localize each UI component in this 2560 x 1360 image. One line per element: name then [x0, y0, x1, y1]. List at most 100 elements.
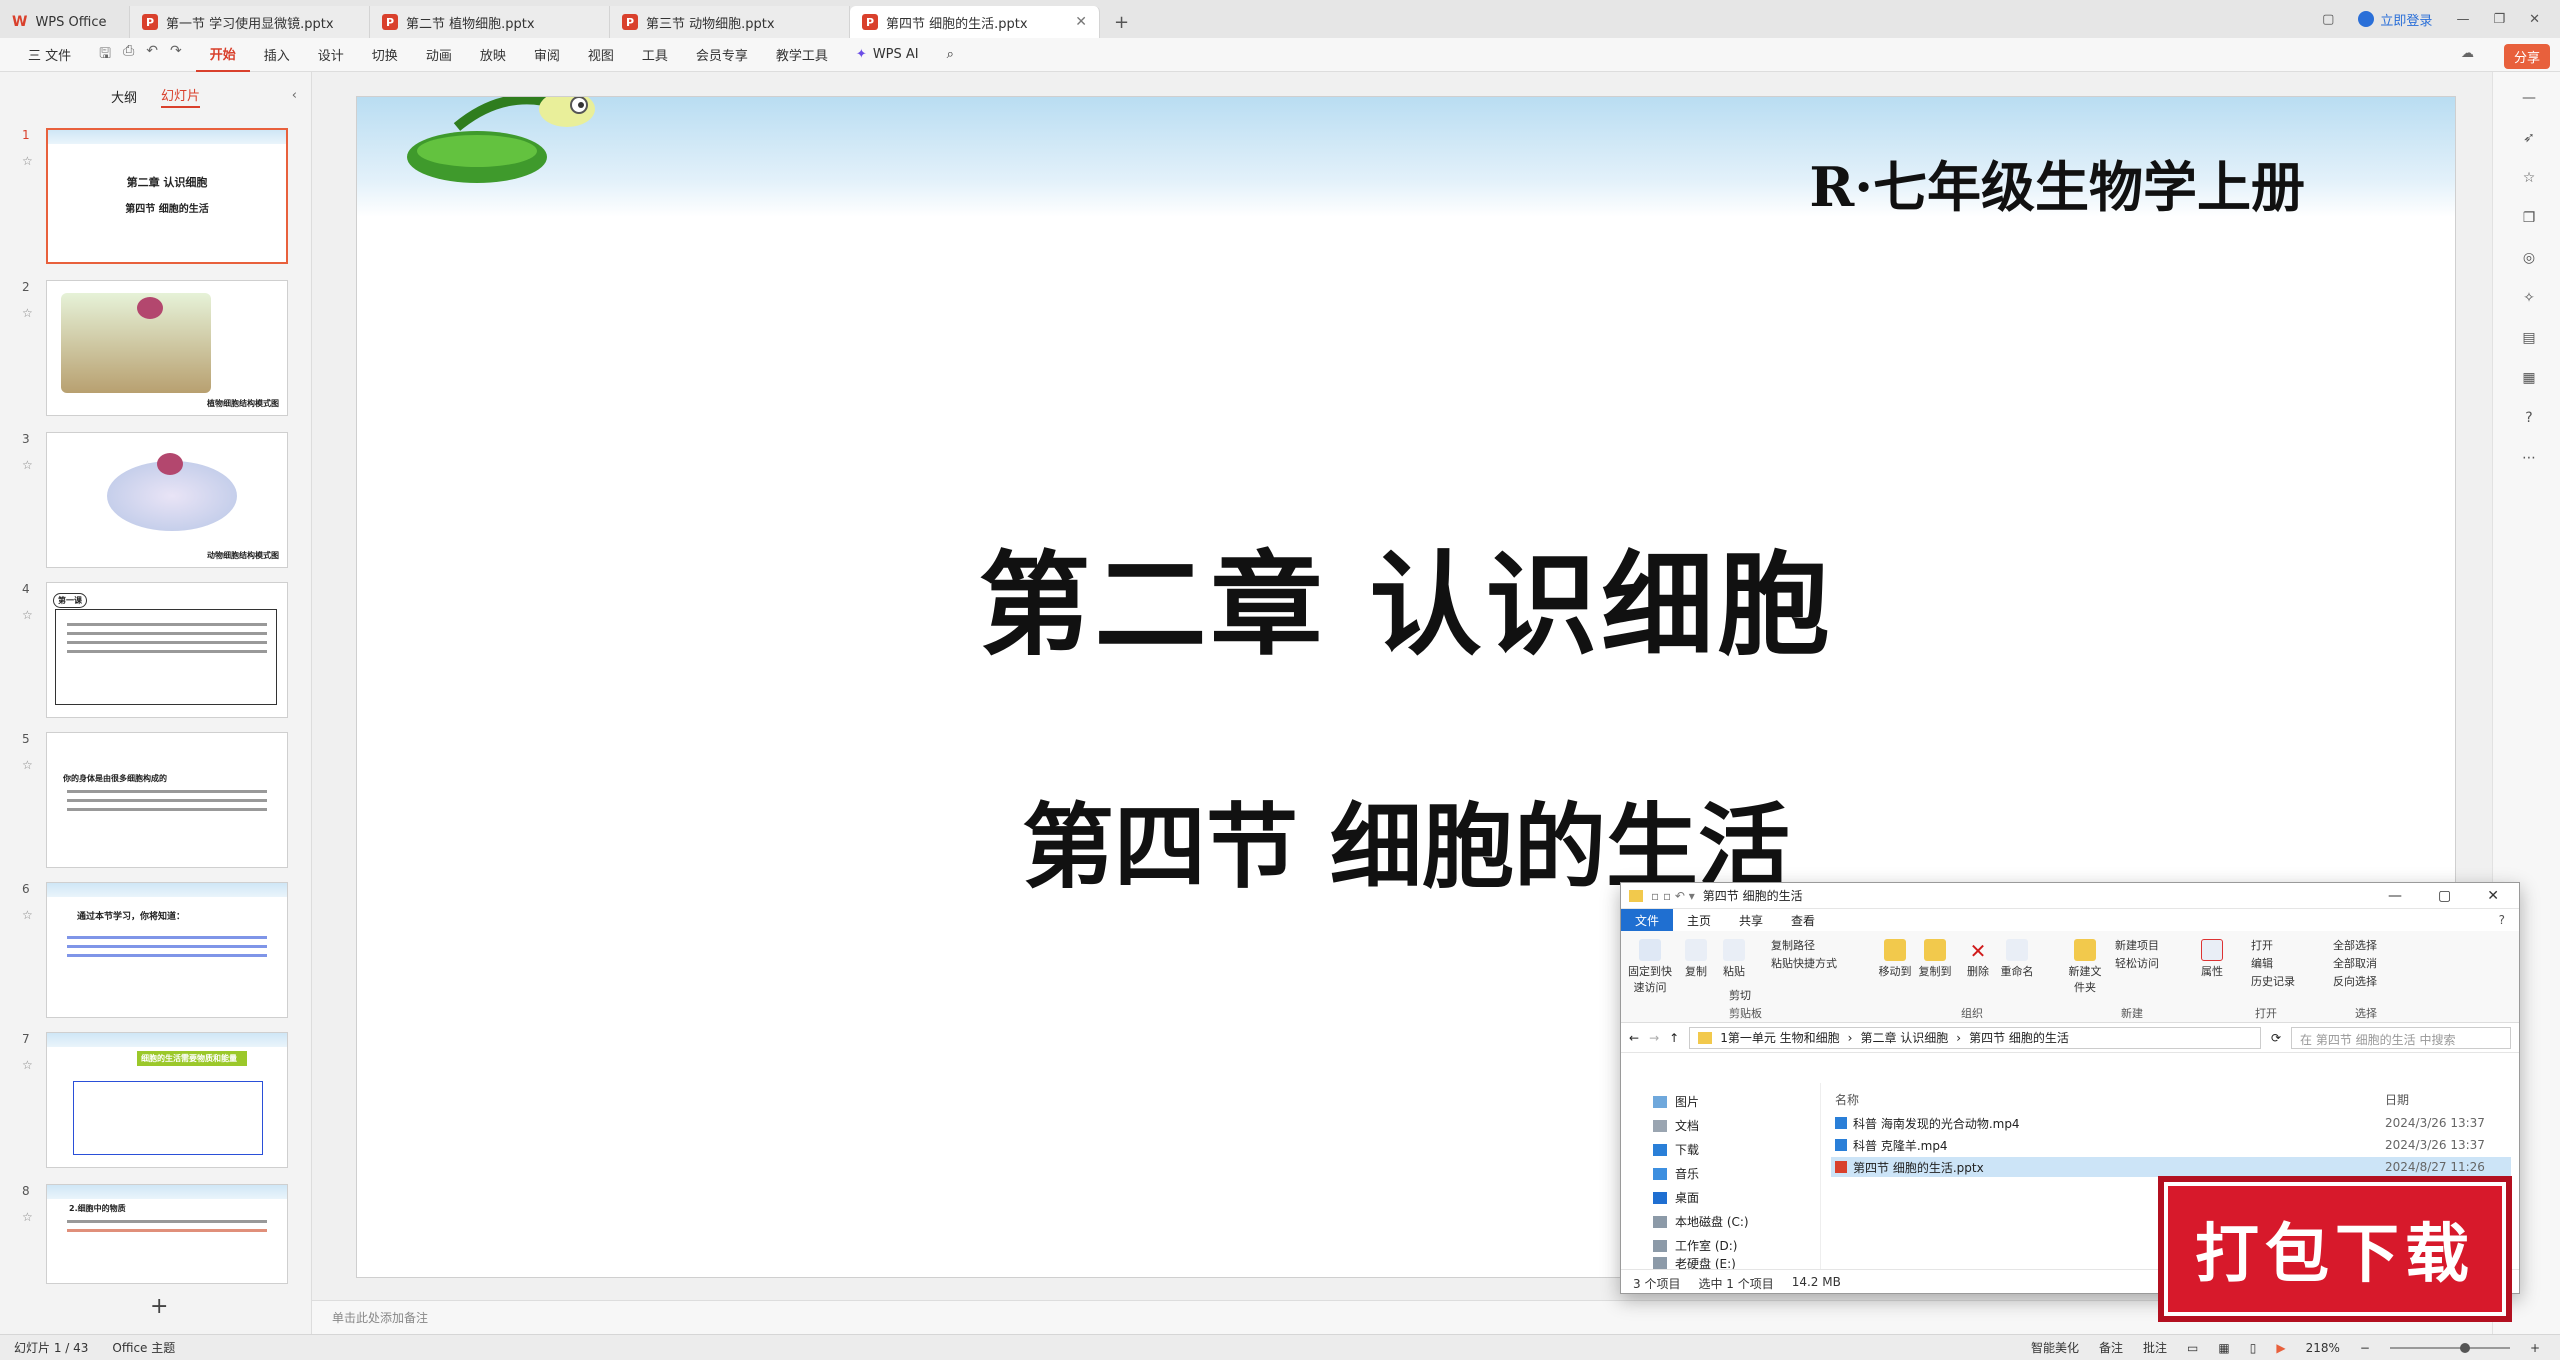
- tree-item-drive-c[interactable]: 本地磁盘 (C:): [1653, 1213, 1749, 1230]
- star-icon[interactable]: ☆: [22, 758, 33, 772]
- pin-button[interactable]: 固定到快速访问: [1627, 939, 1673, 995]
- minimize-icon[interactable]: —: [2388, 888, 2402, 904]
- rename-button[interactable]: 重命名: [1999, 939, 2035, 979]
- breadcrumb-item[interactable]: 1第一单元 生物和细胞: [1720, 1029, 1839, 1046]
- star-icon[interactable]: ☆: [22, 608, 33, 622]
- share-button[interactable]: 分享: [2503, 44, 2550, 69]
- add-slide-button[interactable]: +: [150, 1294, 168, 1319]
- tab-share[interactable]: 共享: [1725, 909, 1777, 931]
- download-stamp[interactable]: 打包下载: [2158, 1176, 2512, 1322]
- zoom-out-icon[interactable]: −: [2360, 1341, 2370, 1355]
- collapse-icon[interactable]: ‹: [292, 88, 297, 103]
- magic-icon[interactable]: ✧: [2521, 290, 2537, 306]
- properties-button[interactable]: 属性: [2197, 939, 2227, 979]
- tab-animation[interactable]: 动画: [412, 38, 466, 72]
- invert-selection-button[interactable]: 反向选择: [2333, 973, 2377, 989]
- maximize-icon[interactable]: ▢: [2438, 888, 2451, 904]
- play-icon[interactable]: ▶: [2276, 1341, 2285, 1355]
- easy-access-button[interactable]: 轻松访问: [2115, 955, 2159, 971]
- star-icon[interactable]: ☆: [2521, 170, 2537, 186]
- tab-review[interactable]: 审阅: [520, 38, 574, 72]
- forward-icon[interactable]: →: [1649, 1031, 1659, 1045]
- cut-button[interactable]: 剪切: [1729, 987, 1751, 1003]
- notes-toggle[interactable]: 备注: [2099, 1339, 2123, 1356]
- star-icon[interactable]: ☆: [22, 1058, 33, 1072]
- slide-thumb-4[interactable]: 4 ☆ 第一课: [0, 582, 300, 722]
- tab-transition[interactable]: 切换: [358, 38, 412, 72]
- copy-to-button[interactable]: 复制到: [1917, 939, 1953, 979]
- slide-thumb-1[interactable]: 1 ☆ 第二章 认识细胞 第四节 细胞的生活: [0, 128, 300, 268]
- tab-doc-4[interactable]: P 第四节 细胞的生活.pptx ✕: [850, 6, 1100, 38]
- tab-slides[interactable]: 幻灯片: [161, 85, 201, 108]
- more-icon[interactable]: ⋯: [2521, 450, 2537, 466]
- book-icon[interactable]: ▤: [2521, 330, 2537, 346]
- tree-item-drive-d[interactable]: 工作室 (D:): [1653, 1237, 1737, 1254]
- tree-item-desktop[interactable]: 桌面: [1653, 1189, 1699, 1206]
- star-icon[interactable]: ☆: [22, 1210, 33, 1224]
- tab-design[interactable]: 设计: [304, 38, 358, 72]
- copy-icon[interactable]: ❐: [2521, 210, 2537, 226]
- tab-doc-3[interactable]: P 第三节 动物细胞.pptx: [610, 6, 850, 38]
- cloud-sync-icon[interactable]: ☁: [2461, 46, 2474, 61]
- column-header-date[interactable]: 日期: [2385, 1091, 2409, 1108]
- tree-item-downloads[interactable]: 下载: [1653, 1141, 1699, 1158]
- file-row[interactable]: 科普 克隆羊.mp4 2024/3/26 13:37: [1831, 1135, 2511, 1155]
- minus-icon[interactable]: —: [2521, 90, 2537, 106]
- tab-outline[interactable]: 大纲: [111, 87, 137, 106]
- close-window-icon[interactable]: ✕: [2529, 12, 2540, 27]
- normal-view-icon[interactable]: ▭: [2187, 1341, 2198, 1355]
- search-icon[interactable]: ⌕: [933, 38, 968, 72]
- column-header-name[interactable]: 名称: [1835, 1091, 1859, 1108]
- history-button[interactable]: 历史记录: [2251, 973, 2295, 989]
- beautify-button[interactable]: 智能美化: [2031, 1339, 2079, 1356]
- tab-doc-2[interactable]: P 第二节 植物细胞.pptx: [370, 6, 610, 38]
- select-none-button[interactable]: 全部取消: [2333, 955, 2377, 971]
- slide-thumb-6[interactable]: 6 ☆ 通过本节学习，你将知道：: [0, 882, 300, 1022]
- slide-thumb-3[interactable]: 3 ☆ 动物细胞结构模式图: [0, 432, 300, 572]
- tab-teaching-tools[interactable]: 教学工具: [762, 38, 842, 72]
- star-icon[interactable]: ☆: [22, 908, 33, 922]
- copy-button[interactable]: 复制: [1681, 939, 1711, 979]
- copy-path-button[interactable]: 复制路径: [1771, 937, 1815, 953]
- star-icon[interactable]: ☆: [22, 306, 33, 320]
- tree-item-drive-e[interactable]: 老硬盘 (E:): [1653, 1257, 1736, 1269]
- back-icon[interactable]: ←: [1629, 1031, 1639, 1045]
- layout-icon[interactable]: ▦: [2521, 370, 2537, 386]
- tab-tools[interactable]: 工具: [628, 38, 682, 72]
- undo-icon[interactable]: ↶: [146, 43, 158, 67]
- address-bar[interactable]: 1第一单元 生物和细胞 › 第二章 认识细胞 › 第四节 细胞的生活: [1689, 1026, 2261, 1049]
- wps-ai-button[interactable]: ✦ WPS AI: [842, 38, 933, 72]
- tab-doc-1[interactable]: P 第一节 学习使用显微镜.pptx: [130, 6, 370, 38]
- tab-insert[interactable]: 插入: [250, 38, 304, 72]
- camera-icon[interactable]: ◎: [2521, 250, 2537, 266]
- file-row[interactable]: 科普 海南发现的光合动物.mp4 2024/3/26 13:37: [1831, 1113, 2511, 1133]
- reading-view-icon[interactable]: ▯: [2250, 1341, 2257, 1355]
- tab-view[interactable]: 视图: [574, 38, 628, 72]
- tab-member[interactable]: 会员专享: [682, 38, 762, 72]
- search-input[interactable]: 在 第四节 细胞的生活 中搜索: [2291, 1026, 2511, 1049]
- redo-icon[interactable]: ↷: [170, 43, 182, 67]
- help-icon[interactable]: ?: [2499, 913, 2519, 927]
- print-icon[interactable]: ⎙: [123, 43, 134, 67]
- tree-item-music[interactable]: 音乐: [1653, 1165, 1699, 1182]
- theme-name[interactable]: Office 主题: [112, 1339, 175, 1356]
- tree-item-pictures[interactable]: 图片: [1653, 1093, 1699, 1110]
- paste-button[interactable]: 粘贴: [1719, 939, 1749, 979]
- star-icon[interactable]: ☆: [22, 154, 33, 168]
- select-all-button[interactable]: 全部选择: [2333, 937, 2377, 953]
- new-item-button[interactable]: 新建项目: [2115, 937, 2159, 953]
- login-button[interactable]: 立即登录: [2358, 10, 2432, 29]
- save-icon[interactable]: 🖫: [99, 43, 111, 67]
- pointer-icon[interactable]: ➶: [2521, 130, 2537, 146]
- star-icon[interactable]: ☆: [22, 458, 33, 472]
- close-icon[interactable]: ✕: [1075, 14, 1087, 30]
- close-icon[interactable]: ✕: [2487, 888, 2499, 904]
- window-layout-icon[interactable]: ▢: [2322, 12, 2334, 27]
- up-icon[interactable]: ↑: [1669, 1031, 1679, 1045]
- tab-file[interactable]: 文件: [1621, 909, 1674, 931]
- restore-icon[interactable]: ❐: [2493, 12, 2505, 27]
- zoom-slider[interactable]: [2389, 1342, 2510, 1353]
- file-menu[interactable]: 三 文件: [14, 38, 85, 72]
- tab-wps-home[interactable]: W WPS Office: [0, 6, 130, 38]
- open-button[interactable]: 打开: [2251, 937, 2273, 953]
